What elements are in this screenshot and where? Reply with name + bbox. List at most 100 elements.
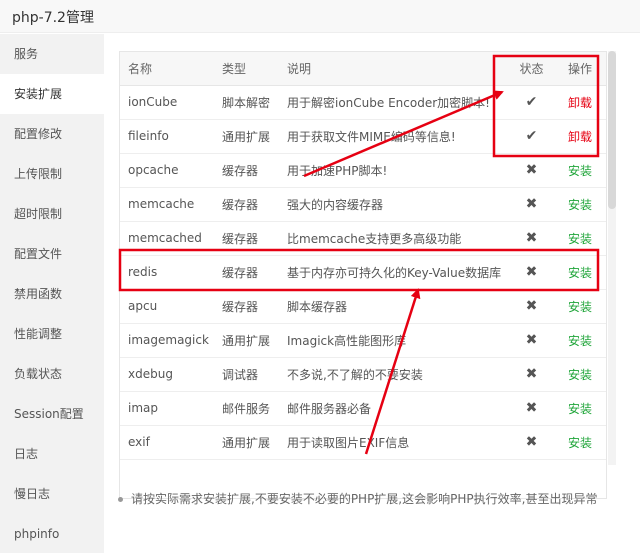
cross-icon: ✖ — [509, 255, 554, 290]
header-desc: 说明 — [279, 52, 509, 86]
cell-type: 通用扩展 — [214, 119, 279, 154]
state-not-installed: ✖ — [525, 400, 538, 416]
sidebar-item-log[interactable]: 日志 — [0, 434, 104, 474]
table-row: redis 缓存器 基于内存亦可持久化的Key-Value数据库 ✖ 安装 — [120, 255, 606, 290]
install-link[interactable]: 安装 — [568, 368, 592, 382]
cross-icon: ✖ — [509, 153, 554, 188]
cell-desc: Imagick高性能图形库 — [279, 323, 509, 358]
install-link[interactable]: 安装 — [568, 266, 592, 280]
window-title: php-7.2管理 — [12, 10, 94, 26]
sidebar-item-upload-limit[interactable]: 上传限制 — [0, 154, 104, 194]
sidebar-item-install-extension[interactable]: 安装扩展 — [0, 74, 104, 114]
install-link[interactable]: 安装 — [568, 436, 592, 450]
uninstall-link[interactable]: 卸载 — [568, 96, 592, 110]
cell-name: apcu — [120, 289, 214, 324]
state-not-installed: ✖ — [525, 434, 538, 450]
cell-type: 缓存器 — [214, 187, 279, 222]
sidebar-item-load-status[interactable]: 负载状态 — [0, 354, 104, 394]
cell-op: 安装 — [554, 425, 606, 460]
sidebar-item-session-config[interactable]: Session配置 — [0, 394, 104, 434]
cross-icon: ✖ — [509, 323, 554, 358]
install-link[interactable]: 安装 — [568, 300, 592, 314]
cell-type: 缓存器 — [214, 255, 279, 290]
sidebar-item-config-file[interactable]: 配置文件 — [0, 234, 104, 274]
table-header-row: 名称 类型 说明 状态 操作 — [120, 52, 606, 86]
cross-icon: ✖ — [509, 357, 554, 392]
install-link[interactable]: 安装 — [568, 164, 592, 178]
header-name: 名称 — [120, 52, 214, 86]
cell-name: redis — [120, 255, 214, 290]
table-row: exif 通用扩展 用于读取图片EXIF信息 ✖ 安装 — [120, 425, 606, 460]
install-link[interactable]: 安装 — [568, 402, 592, 416]
cell-op: 安装 — [554, 153, 606, 188]
check-icon: ✔ — [509, 119, 554, 154]
state-installed: ✔ — [525, 94, 538, 110]
cell-type: 通用扩展 — [214, 425, 279, 460]
cell-op: 安装 — [554, 323, 606, 358]
table-scrollbar[interactable] — [608, 51, 616, 465]
cell-desc: 强大的内容缓存器 — [279, 187, 509, 222]
cross-icon: ✖ — [509, 221, 554, 256]
cross-icon: ✖ — [509, 289, 554, 324]
cell-desc: 邮件服务器必备 — [279, 391, 509, 426]
table-row: xdebug 调试器 不多说,不了解的不要安装 ✖ 安装 — [120, 357, 606, 392]
install-link[interactable]: 安装 — [568, 198, 592, 212]
install-link[interactable]: 安装 — [568, 232, 592, 246]
cell-desc: 基于内存亦可持久化的Key-Value数据库 — [279, 255, 509, 290]
sidebar-item-service[interactable]: 服务 — [0, 34, 104, 74]
cell-op: 安装 — [554, 187, 606, 222]
cell-op: 安装 — [554, 255, 606, 290]
sidebar-item-slow-log[interactable]: 慢日志 — [0, 474, 104, 514]
cell-name: fileinfo — [120, 119, 214, 154]
sidebar-item-performance[interactable]: 性能调整 — [0, 314, 104, 354]
table-row: ionCube 脚本解密 用于解密ionCube Encoder加密脚本! ✔ … — [120, 85, 606, 120]
sidebar-item-phpinfo[interactable]: phpinfo — [0, 514, 104, 553]
cell-name: memcache — [120, 187, 214, 222]
check-icon: ✔ — [509, 85, 554, 120]
hint-label: 请按实际需求安装扩展,不要安装不必要的PHP扩展,这会影响PHP执行效率,甚至出… — [131, 492, 598, 506]
cell-type: 缓存器 — [214, 221, 279, 256]
cell-name: exif — [120, 425, 214, 460]
table-row: memcached 缓存器 比memcache支持更多高级功能 ✖ 安装 — [120, 221, 606, 256]
state-not-installed: ✖ — [525, 230, 538, 246]
state-not-installed: ✖ — [525, 366, 538, 382]
sidebar-item-config-edit[interactable]: 配置修改 — [0, 114, 104, 154]
state-not-installed: ✖ — [525, 196, 538, 212]
cell-desc: 比memcache支持更多高级功能 — [279, 221, 509, 256]
sidebar-item-timeout-limit[interactable]: 超时限制 — [0, 194, 104, 234]
cell-desc: 用于读取图片EXIF信息 — [279, 425, 509, 460]
state-not-installed: ✖ — [525, 298, 538, 314]
cell-type: 缓存器 — [214, 153, 279, 188]
main-panel: 名称 类型 说明 状态 操作 ionCube 脚本解密 用于解密ionCube … — [104, 34, 640, 553]
table-row: opcache 缓存器 用于加速PHP脚本! ✖ 安装 — [120, 153, 606, 188]
cell-desc: 脚本缓存器 — [279, 289, 509, 324]
table-row: imagemagick 通用扩展 Imagick高性能图形库 ✖ 安装 — [120, 323, 606, 358]
install-link[interactable]: 安装 — [568, 334, 592, 348]
table-row: fileinfo 通用扩展 用于获取文件MIME编码等信息! ✔ 卸载 — [120, 119, 606, 154]
cell-type: 脚本解密 — [214, 85, 279, 120]
cell-type: 缓存器 — [214, 289, 279, 324]
cell-name: imagemagick — [120, 323, 214, 358]
cell-op: 安装 — [554, 221, 606, 256]
cell-name: imap — [120, 391, 214, 426]
bullet-icon — [118, 497, 123, 502]
cross-icon: ✖ — [509, 187, 554, 222]
sidebar-item-disabled-functions[interactable]: 禁用函数 — [0, 274, 104, 314]
scrollbar-thumb[interactable] — [608, 51, 616, 209]
cell-desc: 不多说,不了解的不要安装 — [279, 357, 509, 392]
cross-icon: ✖ — [509, 425, 554, 460]
cell-op: 卸载 — [554, 85, 606, 120]
cell-op: 安装 — [554, 357, 606, 392]
header-op: 操作 — [554, 52, 606, 86]
cell-name: ionCube — [120, 85, 214, 120]
cell-name: opcache — [120, 153, 214, 188]
state-not-installed: ✖ — [525, 332, 538, 348]
cell-op: 卸载 — [554, 119, 606, 154]
hint-text: 请按实际需求安装扩展,不要安装不必要的PHP扩展,这会影响PHP执行效率,甚至出… — [118, 490, 597, 507]
cell-op: 安装 — [554, 391, 606, 426]
uninstall-link[interactable]: 卸载 — [568, 130, 592, 144]
cross-icon: ✖ — [509, 391, 554, 426]
cell-type: 邮件服务 — [214, 391, 279, 426]
cell-type: 通用扩展 — [214, 323, 279, 358]
header-state: 状态 — [509, 52, 554, 86]
